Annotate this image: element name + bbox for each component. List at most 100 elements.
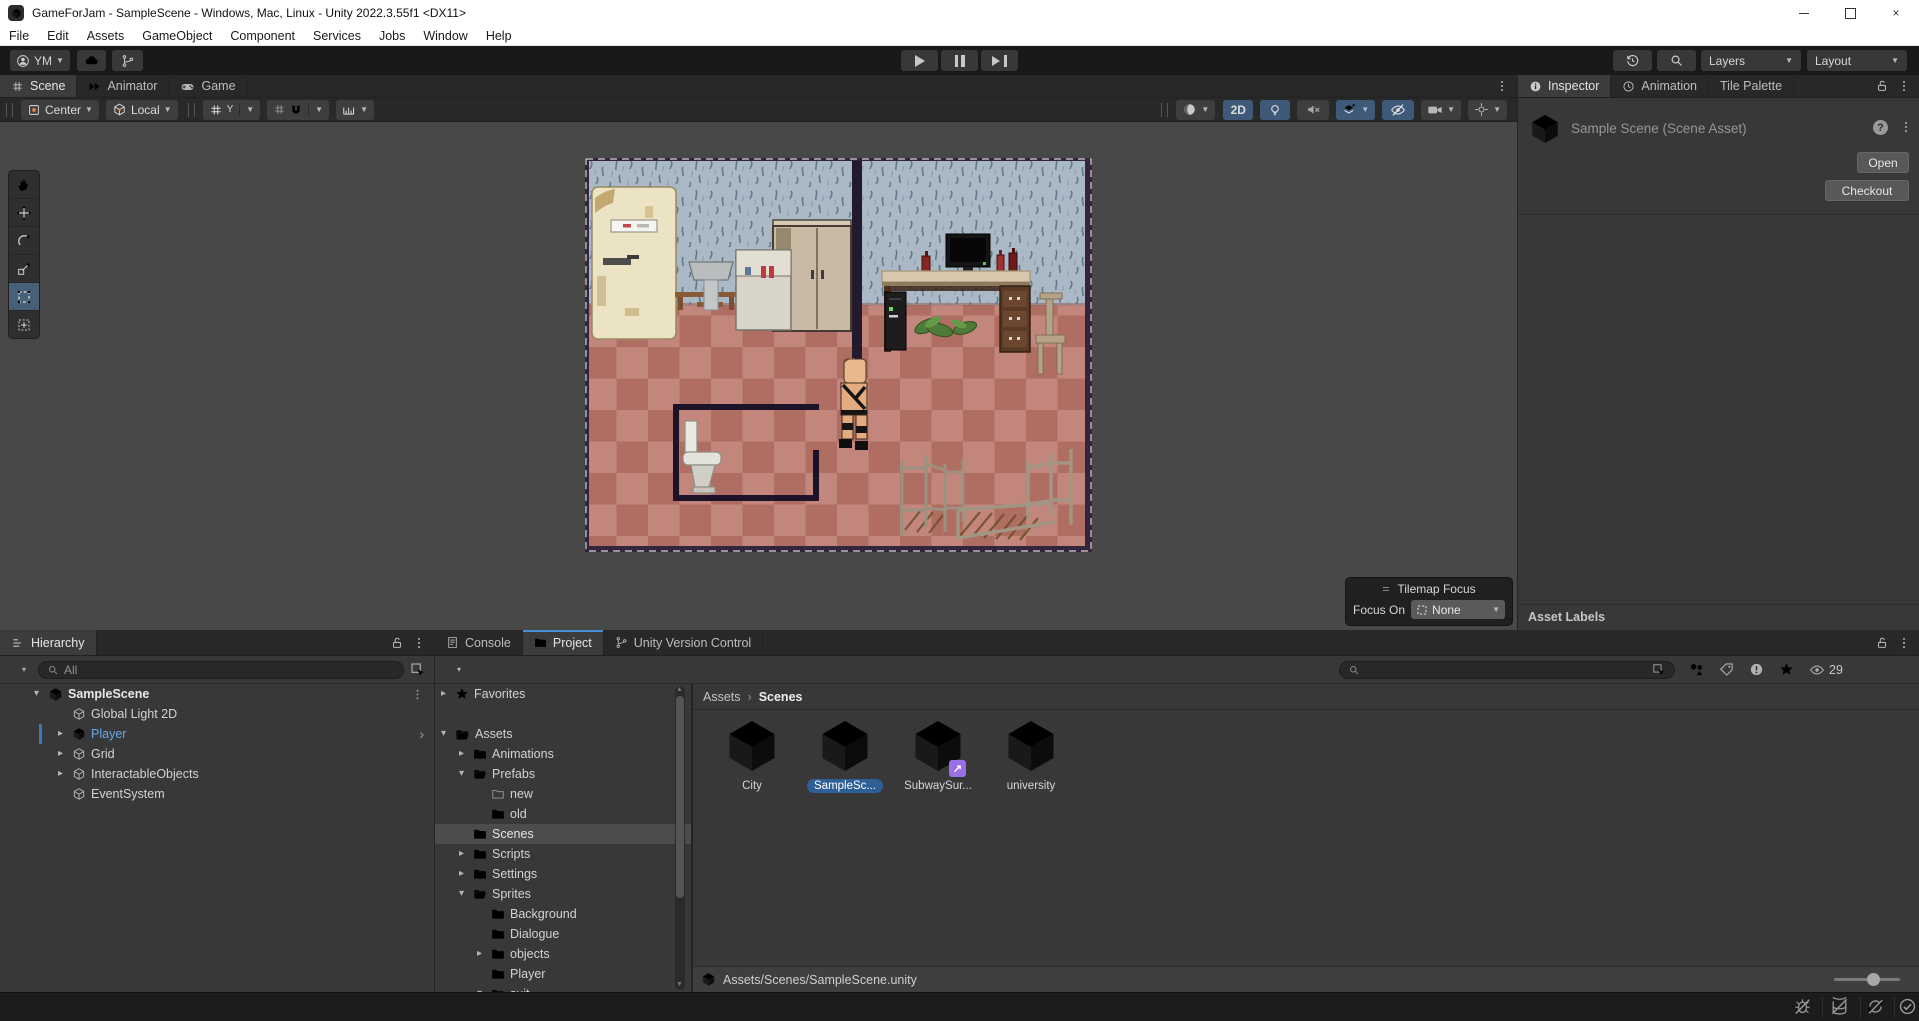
cache-server-disconnected-icon[interactable] — [1830, 997, 1849, 1016]
search-by-label-icon[interactable] — [1719, 662, 1734, 677]
foldout-closed-icon[interactable]: ▸ — [54, 729, 67, 739]
tree-row-scenes[interactable]: ▸ Scenes — [435, 824, 691, 844]
project-search-input[interactable] — [1339, 661, 1675, 679]
version-control-button[interactable] — [112, 50, 143, 71]
scroll-down-icon[interactable]: ▼ — [676, 981, 683, 988]
foldout-open-icon[interactable]: ▾ — [30, 689, 43, 699]
kebab-menu-icon[interactable] — [411, 688, 424, 701]
tree-splitter[interactable] — [691, 684, 693, 992]
hierarchy-row-samplescene[interactable]: ▾ SampleScene — [0, 684, 434, 704]
rotate-tool[interactable] — [9, 227, 39, 255]
menu-edit[interactable]: Edit — [38, 26, 78, 46]
hierarchy-row-interactableobjects[interactable]: ▸ InteractableObjects — [0, 764, 434, 784]
tree-row-new[interactable]: ▸ new — [435, 784, 691, 804]
scene-viewport-art[interactable] — [585, 158, 1092, 552]
drag-handle[interactable] — [1161, 103, 1168, 117]
checkout-button[interactable]: Checkout — [1825, 180, 1909, 201]
foldout-open-icon[interactable]: ▾ — [455, 889, 468, 899]
grid-snap-dropdown[interactable]: ▼ — [267, 100, 329, 120]
tab-console[interactable]: Console — [435, 630, 523, 655]
scene-visibility-toggle[interactable] — [1382, 100, 1414, 120]
open-button[interactable]: Open — [1857, 152, 1909, 173]
tree-row-scripts[interactable]: ▸ Scripts — [435, 844, 691, 864]
transform-tool[interactable] — [9, 311, 39, 338]
layers-dropdown[interactable]: Layers▼ — [1701, 50, 1801, 71]
menu-help[interactable]: Help — [477, 26, 521, 46]
hierarchy-row-player[interactable]: ▸ Player › — [0, 724, 434, 744]
foldout-closed-icon[interactable]: ▸ — [455, 749, 468, 759]
close-button[interactable]: × — [1873, 0, 1919, 26]
cloud-button[interactable] — [77, 50, 106, 71]
tab-game[interactable]: Game — [169, 75, 247, 97]
create-asset-button[interactable]: ▾ — [435, 663, 467, 676]
search-button[interactable] — [1657, 50, 1696, 71]
tree-row-sprites[interactable]: ▾ Sprites — [435, 884, 691, 904]
scene-lighting-toggle[interactable] — [1260, 100, 1290, 120]
tab-scene[interactable]: Scene — [0, 75, 77, 97]
tree-row-background[interactable]: ▸ Background — [435, 904, 691, 924]
scrollbar-thumb[interactable] — [676, 696, 684, 898]
snap-increment-dropdown[interactable]: ▼ — [336, 100, 374, 120]
menu-jobs[interactable]: Jobs — [370, 26, 414, 46]
lock-icon[interactable] — [1875, 79, 1889, 93]
lock-icon[interactable] — [1875, 636, 1889, 650]
2d-mode-toggle[interactable]: 2D — [1223, 100, 1253, 120]
hierarchy-row-eventsystem[interactable]: ▸ EventSystem — [0, 784, 434, 804]
tree-scrollbar[interactable]: ▲ ▼ — [675, 686, 685, 990]
tab-animation[interactable]: Animation — [1611, 75, 1709, 97]
breadcrumb-root[interactable]: Assets — [703, 690, 741, 704]
hierarchy-search-input[interactable]: All — [38, 661, 404, 679]
menu-assets[interactable]: Assets — [78, 26, 134, 46]
undo-history-button[interactable] — [1613, 50, 1652, 71]
tab-project[interactable]: Project — [523, 630, 604, 655]
effects-dropdown[interactable]: ▼ — [1336, 100, 1375, 120]
hierarchy-row-grid[interactable]: ▸ Grid — [0, 744, 434, 764]
tab-hierarchy[interactable]: Hierarchy — [0, 630, 97, 655]
layout-dropdown[interactable]: Layout▼ — [1807, 50, 1907, 71]
view-hand-tool[interactable] — [9, 171, 39, 199]
handle-space-dropdown[interactable]: Local▼ — [106, 100, 178, 120]
kebab-menu-icon[interactable] — [1495, 79, 1509, 93]
menu-component[interactable]: Component — [221, 26, 304, 46]
lock-icon[interactable] — [390, 636, 404, 650]
pause-button[interactable] — [941, 50, 978, 71]
step-button[interactable] — [981, 50, 1018, 71]
tree-row-assets[interactable]: ▾ Assets — [435, 724, 691, 744]
search-by-type-icon[interactable] — [1689, 662, 1704, 677]
activity-ok-icon[interactable] — [1898, 997, 1917, 1016]
draw-mode-dropdown[interactable]: ▼ — [1176, 100, 1215, 120]
drag-handle[interactable] — [188, 103, 195, 117]
tree-row-old[interactable]: ▸ old — [435, 804, 691, 824]
rect-tool[interactable] — [9, 283, 39, 311]
audio-mute-toggle[interactable] — [1297, 100, 1329, 120]
foldout-closed-icon[interactable]: ▸ — [54, 769, 67, 779]
drag-handle[interactable] — [6, 103, 13, 117]
foldout-closed-icon[interactable]: ▸ — [54, 749, 67, 759]
focus-on-dropdown[interactable]: None ▼ — [1411, 600, 1505, 619]
tree-row-prefabs[interactable]: ▾ Prefabs — [435, 764, 691, 784]
camera-settings-dropdown[interactable]: ▼ — [1421, 100, 1461, 120]
move-tool[interactable] — [9, 199, 39, 227]
gizmos-dropdown[interactable]: ▼ — [1468, 100, 1507, 120]
foldout-closed-icon[interactable]: ▸ — [473, 949, 486, 959]
create-object-button[interactable]: ▾ — [0, 663, 32, 676]
prefab-open-chevron[interactable]: › — [419, 726, 424, 742]
pivot-mode-dropdown[interactable]: Center▼ — [21, 100, 99, 120]
foldout-open-icon[interactable]: ▾ — [455, 769, 468, 779]
maximize-button[interactable] — [1827, 0, 1873, 26]
auto-refresh-disabled-icon[interactable] — [1866, 997, 1885, 1016]
menu-window[interactable]: Window — [414, 26, 476, 46]
kebab-menu-icon[interactable] — [412, 636, 426, 650]
account-button[interactable]: YM ▼ — [10, 50, 70, 71]
scene-picker-icon[interactable] — [410, 662, 426, 678]
overlay-drag-handle-icon[interactable]: = — [1382, 582, 1390, 596]
kebab-menu-icon[interactable] — [1897, 79, 1911, 93]
asset-item-city[interactable]: City — [707, 716, 797, 793]
tree-row-settings[interactable]: ▸ Settings — [435, 864, 691, 884]
tree-row-player[interactable]: ▸ Player — [435, 964, 691, 984]
tree-row-suit[interactable]: ▾ suit — [435, 984, 691, 992]
tab-unity-version-control[interactable]: Unity Version Control — [604, 630, 763, 655]
menu-gameobject[interactable]: GameObject — [133, 26, 221, 46]
tree-row-objects[interactable]: ▸ objects — [435, 944, 691, 964]
kebab-menu-icon[interactable] — [1897, 636, 1911, 650]
